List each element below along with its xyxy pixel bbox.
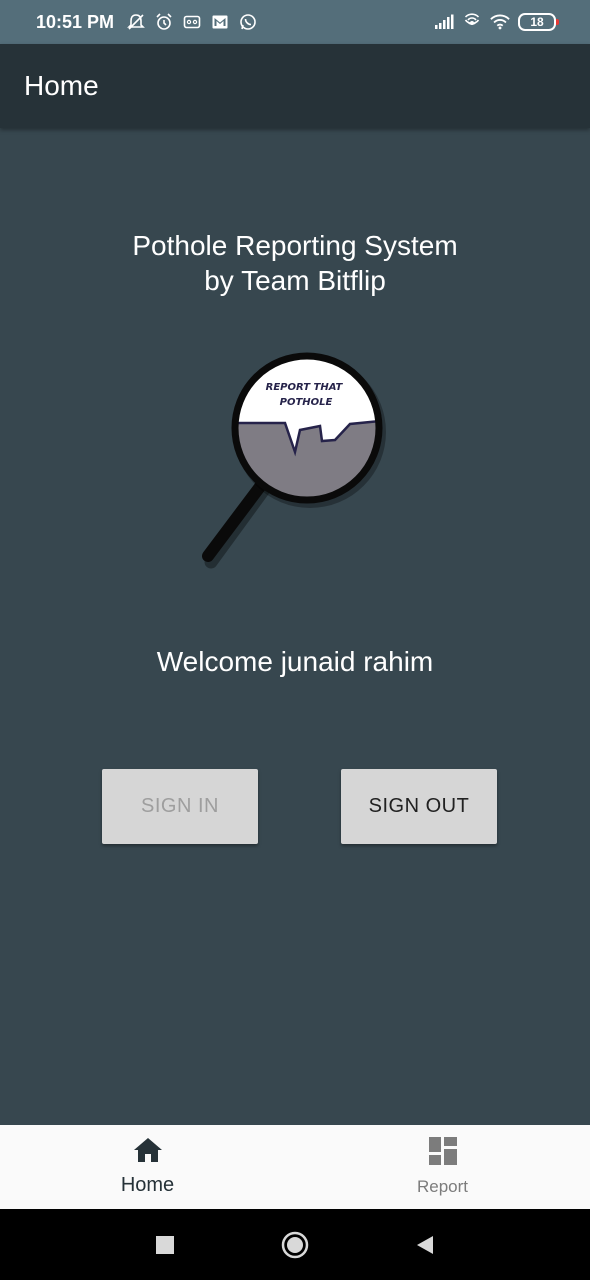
signal-icon [434,12,454,32]
wifi-icon [490,12,510,32]
sign-out-button[interactable]: SIGN OUT [341,769,497,844]
whatsapp-icon [238,12,258,32]
page-title: Home [24,70,99,101]
headline-line-1: Pothole Reporting System [132,230,458,261]
nav-label-report: Report [416,1177,469,1196]
status-left: 10:51 PM [36,12,258,33]
hotspot-icon [462,12,482,32]
logo-text-1: REPORT THAT [266,382,344,393]
logo-text-2: POTHOLE [280,397,333,408]
bottom-nav: Home Report [0,1125,590,1209]
battery-icon: 18 [518,13,559,31]
system-nav-bar [0,1209,590,1280]
recents-icon[interactable] [150,1230,180,1260]
dashboard-icon [428,1137,457,1170]
nav-label-home: Home [120,1174,175,1196]
app-logo: REPORT THAT POTHOLE [190,348,400,588]
alarm-icon [154,12,174,32]
home-icon [133,1137,163,1168]
app-bar: Home [0,44,590,128]
mute-icon [126,12,146,32]
nav-item-home[interactable]: Home [0,1125,295,1209]
home-circle-icon[interactable] [280,1230,310,1260]
nav-item-report[interactable]: Report [295,1125,590,1209]
status-time: 10:51 PM [36,11,115,32]
status-bar: 10:51 PM 18 [0,0,590,44]
voicemail-icon [182,12,202,32]
back-icon[interactable] [410,1230,440,1260]
main-content: Pothole Reporting System by Team Bitflip… [0,128,590,1125]
headline: Pothole Reporting System by Team Bitflip [0,228,590,298]
sign-in-button[interactable]: SIGN IN [102,769,258,844]
status-right: 18 [434,12,559,32]
headline-line-2: by Team Bitflip [204,265,386,296]
gmail-icon [210,12,230,32]
welcome-text: Welcome junaid rahim [156,646,434,677]
